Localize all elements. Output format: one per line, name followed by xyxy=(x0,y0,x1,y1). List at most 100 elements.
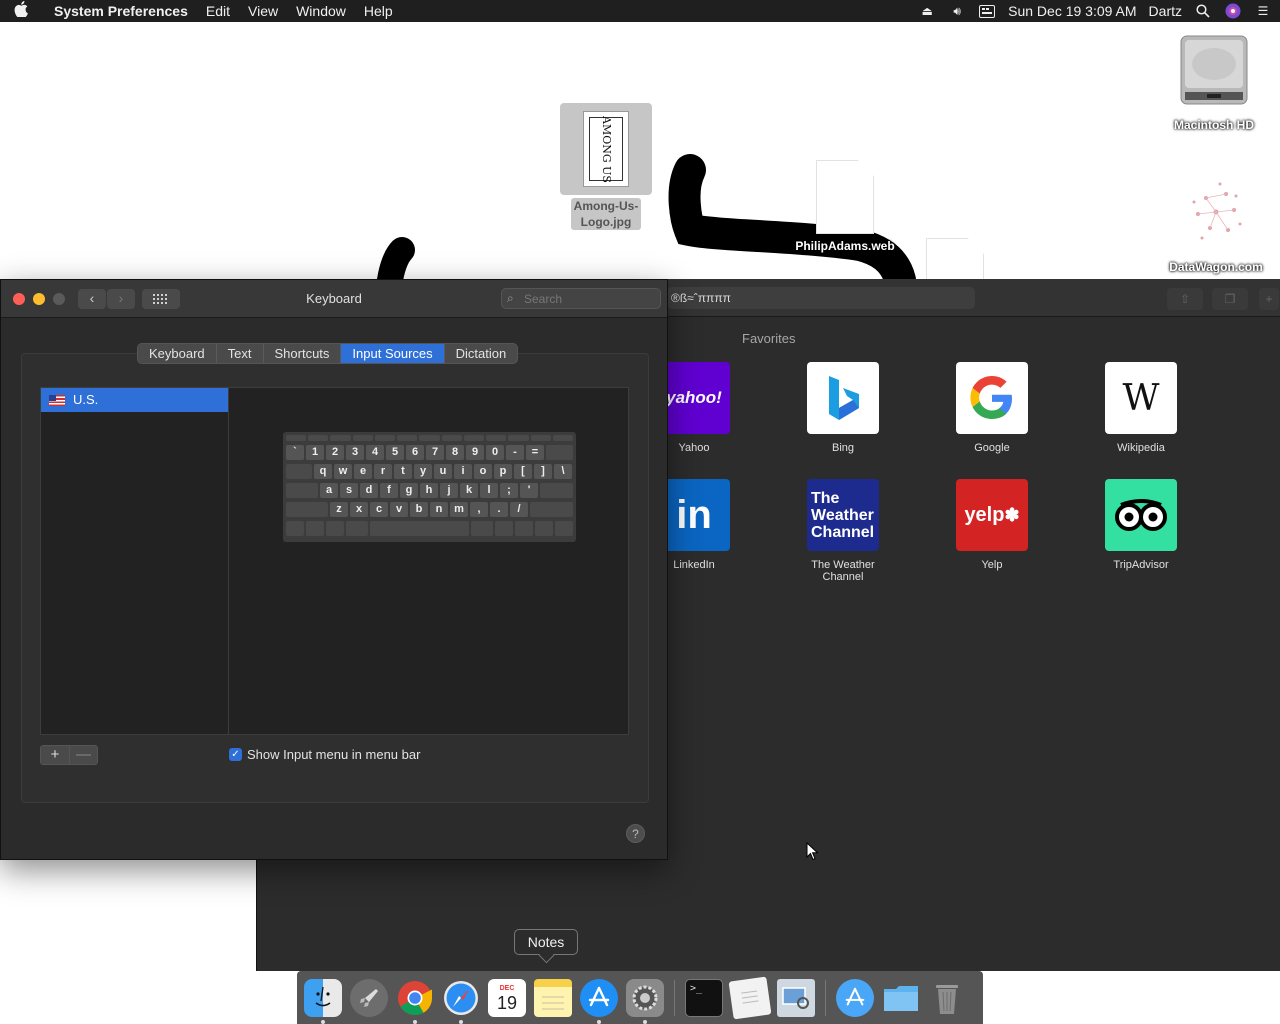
fn-key xyxy=(508,435,529,441)
tab-keyboard[interactable]: Keyboard xyxy=(138,344,217,363)
fn-modifier-key xyxy=(286,521,304,536)
spotlight-search-icon[interactable] xyxy=(1194,4,1212,18)
finder-icon[interactable] xyxy=(304,979,342,1024)
remove-input-source-button[interactable]: — xyxy=(69,746,97,764)
trash-icon[interactable] xyxy=(928,979,966,1017)
chrome-icon[interactable] xyxy=(396,979,434,1024)
key: ; xyxy=(500,483,518,498)
tab-shortcuts[interactable]: Shortcuts xyxy=(264,344,342,363)
input-source-icon[interactable] xyxy=(978,4,996,18)
favorite-google[interactable]: Google xyxy=(932,362,1052,454)
key: 1 xyxy=(306,445,324,460)
desktop-philip-adams-web[interactable]: PhilipAdams.web xyxy=(790,160,900,254)
calendar-icon[interactable]: DEC 19 xyxy=(488,979,526,1017)
desktop-macintosh-hd[interactable]: Macintosh HD xyxy=(1166,30,1262,133)
favorite-yelp[interactable]: yelp ✽ Yelp xyxy=(932,479,1052,571)
arrow-keys xyxy=(555,521,573,536)
hard-drive-icon xyxy=(1180,35,1248,105)
notification-center-icon[interactable]: ☰ xyxy=(1254,4,1272,18)
add-remove-control: + — xyxy=(40,745,98,765)
favorite-tripadvisor[interactable]: TripAdvisor xyxy=(1081,479,1201,571)
tab-text[interactable]: Text xyxy=(217,344,264,363)
favorite-label: The Weather xyxy=(811,559,875,571)
key: 4 xyxy=(366,445,384,460)
downloads-stack-icon[interactable] xyxy=(836,979,874,1017)
address-bar[interactable]: ®ß≈ˆππππ xyxy=(667,287,975,309)
preview-icon[interactable] xyxy=(777,979,815,1017)
window-titlebar: ‹ › Keyboard ⌕ Search xyxy=(1,280,667,318)
favorite-weather-channel[interactable]: The Weather Channel The Weather Channel xyxy=(783,479,903,583)
safari-icon[interactable] xyxy=(442,979,480,1024)
dock: DEC 19 >_ xyxy=(297,971,983,1024)
system-preferences-icon[interactable] xyxy=(626,979,664,1024)
key: r xyxy=(374,464,392,479)
return-key xyxy=(540,483,573,498)
running-indicator xyxy=(321,1020,325,1024)
favorite-wikipedia[interactable]: W Wikipedia xyxy=(1081,362,1201,454)
favorite-label: Bing xyxy=(831,442,855,454)
fn-key xyxy=(308,435,329,441)
apple-menu-icon[interactable] xyxy=(0,1,42,21)
running-indicator xyxy=(413,1020,417,1024)
key-row-4: z x c v b n m , . / xyxy=(286,501,573,518)
tab-input-sources[interactable]: Input Sources xyxy=(341,344,445,363)
favorites-title: Favorites xyxy=(742,331,796,346)
key: u xyxy=(434,464,452,479)
notes-icon[interactable] xyxy=(534,979,572,1017)
volume-icon[interactable]: 🔊︎ xyxy=(948,4,966,18)
user-name[interactable]: Dartz xyxy=(1149,3,1182,19)
forward-button[interactable]: › xyxy=(107,289,135,309)
key: 9 xyxy=(466,445,484,460)
keyboard-layout-preview: ` 1 2 3 4 5 6 7 8 9 0 - = q w e r t y u … xyxy=(283,432,576,542)
fn-key xyxy=(374,435,396,441)
key: ] xyxy=(534,464,552,479)
launchpad-icon[interactable] xyxy=(350,979,388,1017)
siri-icon[interactable] xyxy=(1224,3,1242,19)
search-field[interactable]: ⌕ Search xyxy=(501,288,661,309)
key: s xyxy=(340,483,358,498)
fn-key xyxy=(419,435,440,441)
share-icon[interactable]: ⇧ xyxy=(1167,288,1203,310)
desktop-datawagon[interactable]: DataWagon.com xyxy=(1160,172,1272,275)
show-input-menu-checkbox[interactable]: ✓ xyxy=(229,748,242,761)
show-input-menu-option[interactable]: ✓ Show Input menu in menu bar xyxy=(229,747,420,762)
key: h xyxy=(420,483,438,498)
zoom-window-button[interactable] xyxy=(53,293,65,305)
minimize-window-button[interactable] xyxy=(33,293,45,305)
menu-app-name[interactable]: System Preferences xyxy=(42,3,197,19)
tabs-overview-icon[interactable]: ❐ xyxy=(1212,288,1248,310)
fn-key xyxy=(286,435,307,441)
key: 6 xyxy=(406,445,424,460)
fn-key xyxy=(486,435,507,441)
show-all-button[interactable] xyxy=(142,289,180,309)
terminal-icon[interactable]: >_ xyxy=(685,979,723,1017)
menu-help[interactable]: Help xyxy=(355,3,402,19)
shift-key xyxy=(286,502,328,517)
menu-window[interactable]: Window xyxy=(287,3,355,19)
favorite-label: TripAdvisor xyxy=(1113,559,1169,571)
datawagon-thumbnail-icon xyxy=(1192,182,1242,240)
menu-edit[interactable]: Edit xyxy=(197,3,239,19)
control-key xyxy=(306,521,324,536)
tripadvisor-logo-icon xyxy=(1105,479,1177,551)
favorite-bing[interactable]: Bing xyxy=(783,362,903,454)
menu-view[interactable]: View xyxy=(239,3,287,19)
tab-dictation[interactable]: Dictation xyxy=(445,344,518,363)
new-tab-icon[interactable]: + xyxy=(1259,288,1279,310)
weather-logo-line: The xyxy=(811,489,840,507)
favorite-label: Channel xyxy=(822,571,864,583)
help-button[interactable]: ? xyxy=(626,824,645,843)
add-input-source-button[interactable]: + xyxy=(41,746,69,764)
calendar-day: 19 xyxy=(496,992,518,1013)
chevron-right-icon: › xyxy=(118,290,124,306)
app-store-icon[interactable] xyxy=(580,979,618,1024)
input-source-item[interactable]: U.S. xyxy=(41,388,228,412)
textedit-icon[interactable] xyxy=(728,976,772,1020)
documents-folder-icon[interactable] xyxy=(882,979,920,1017)
back-button[interactable]: ‹ xyxy=(78,289,106,309)
key: f xyxy=(380,483,398,498)
clock-text[interactable]: Sun Dec 19 3:09 AM xyxy=(1008,3,1136,19)
close-window-button[interactable] xyxy=(13,293,25,305)
eject-icon[interactable]: ⏏ xyxy=(918,4,936,18)
key: n xyxy=(430,502,448,517)
